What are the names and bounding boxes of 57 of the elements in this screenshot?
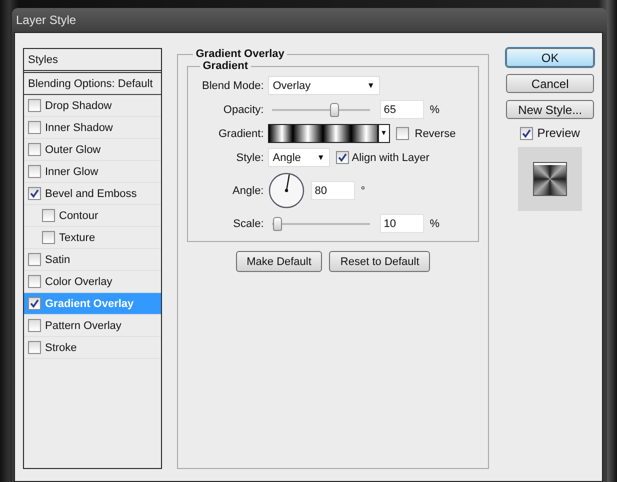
- style-dropdown[interactable]: Angle ▼: [268, 148, 330, 167]
- dialog-button[interactable]: Cancel: [506, 74, 594, 93]
- checkbox[interactable]: [28, 275, 41, 288]
- style-item[interactable]: Pattern Overlay: [24, 315, 161, 337]
- unit-label: %: [430, 218, 440, 230]
- field-label: Scale:: [232, 218, 264, 230]
- scale-field[interactable]: 10: [380, 214, 424, 233]
- checkbox[interactable]: [520, 126, 534, 140]
- unit-label: °: [360, 184, 366, 196]
- blend-mode-dropdown[interactable]: Overlay ▼: [268, 76, 380, 95]
- style-item[interactable]: Bevel and Emboss: [24, 183, 161, 205]
- dialog-button[interactable]: New Style...: [506, 100, 594, 119]
- checkbox[interactable]: [42, 209, 55, 222]
- checkbox[interactable]: [28, 319, 41, 332]
- gradient-swatch[interactable]: [268, 124, 378, 143]
- angle-dial[interactable]: [268, 172, 305, 209]
- checkbox[interactable]: [336, 151, 349, 164]
- checkbox-label: Preview: [537, 126, 580, 140]
- checkbox-label: Reverse: [414, 128, 456, 140]
- checkbox[interactable]: [28, 187, 41, 200]
- dialog-button[interactable]: OK: [506, 48, 594, 67]
- style-item[interactable]: Drop Shadow: [24, 95, 161, 117]
- field-label: Angle:: [232, 184, 264, 196]
- default-button[interactable]: Reset to Default: [329, 251, 430, 272]
- checkbox[interactable]: [396, 127, 409, 140]
- style-item[interactable]: Texture: [24, 227, 161, 249]
- opacity-field[interactable]: 65: [380, 100, 424, 119]
- style-item[interactable]: Stroke: [24, 337, 161, 359]
- field-label: Gradient:: [218, 128, 264, 140]
- checkbox[interactable]: [28, 165, 41, 178]
- checkbox[interactable]: [28, 297, 41, 310]
- slider-thumb[interactable]: [272, 216, 282, 230]
- window-title: Layer Style: [16, 13, 76, 27]
- style-item[interactable]: Inner Shadow: [24, 117, 161, 139]
- preview-swatch: [533, 162, 568, 196]
- field-label: Opacity:: [222, 104, 264, 116]
- field-label: Style:: [235, 152, 264, 164]
- checkbox[interactable]: [28, 121, 41, 134]
- style-item[interactable]: Blending Options: Default: [24, 73, 161, 95]
- list-header: Styles: [24, 49, 161, 73]
- style-item[interactable]: Contour: [24, 205, 161, 227]
- group-title: Gradient: [202, 60, 249, 72]
- checkbox[interactable]: [28, 143, 41, 156]
- checkbox[interactable]: [28, 99, 41, 112]
- slider-thumb[interactable]: [330, 102, 340, 116]
- checkbox[interactable]: [28, 341, 41, 354]
- checkbox[interactable]: [28, 253, 41, 266]
- style-item[interactable]: Outer Glow: [24, 139, 161, 161]
- group-title: Gradient Overlay: [194, 48, 286, 60]
- checkbox-label: Align with Layer: [352, 152, 430, 164]
- default-button[interactable]: Make Default: [236, 251, 322, 272]
- field-label: Blend Mode:: [200, 80, 264, 92]
- angle-field[interactable]: 80: [310, 181, 355, 200]
- unit-label: %: [430, 104, 440, 116]
- checkbox[interactable]: [42, 231, 55, 244]
- style-item[interactable]: Satin: [24, 249, 161, 271]
- style-item[interactable]: Inner Glow: [24, 161, 161, 183]
